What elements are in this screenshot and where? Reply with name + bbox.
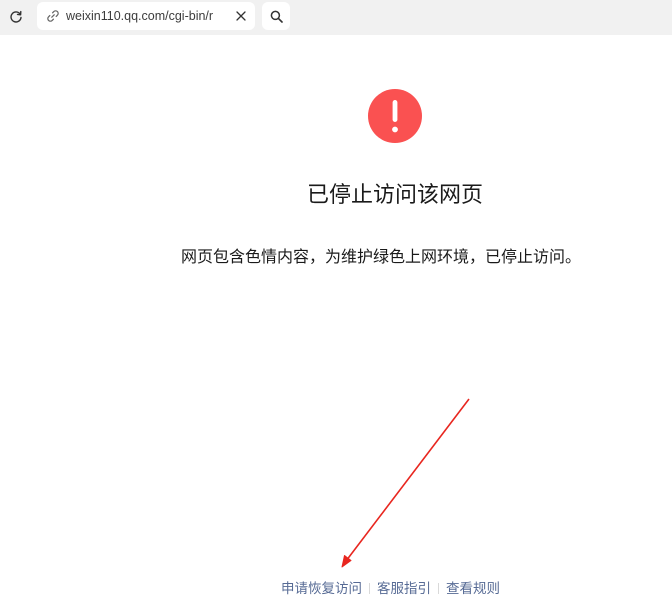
reload-icon bbox=[10, 10, 22, 23]
footer-divider bbox=[369, 583, 370, 594]
view-rules-link[interactable]: 查看规则 bbox=[446, 581, 500, 597]
request-restore-link[interactable]: 申请恢复访问 bbox=[281, 581, 362, 597]
footer-divider bbox=[438, 583, 439, 594]
reload-button[interactable] bbox=[4, 5, 28, 29]
warning-icon bbox=[368, 89, 422, 143]
footer-links: 申请恢复访问 客服指引 查看规则 bbox=[281, 580, 500, 598]
search-button[interactable] bbox=[262, 2, 290, 30]
annotation-arrow bbox=[341, 398, 470, 568]
address-bar[interactable]: weixin110.qq.com/cgi-bin/r bbox=[37, 2, 255, 30]
address-url[interactable]: weixin110.qq.com/cgi-bin/r bbox=[66, 8, 226, 24]
clear-address-button[interactable] bbox=[233, 8, 249, 24]
link-icon bbox=[47, 10, 59, 22]
close-icon bbox=[236, 11, 246, 21]
page-description: 网页包含色情内容，为维护绿色上网环境，已停止访问。 bbox=[181, 247, 582, 266]
search-icon bbox=[270, 10, 283, 23]
customer-service-link[interactable]: 客服指引 bbox=[377, 581, 431, 597]
browser-toolbar: weixin110.qq.com/cgi-bin/r bbox=[0, 0, 672, 35]
page-title: 已停止访问该网页 bbox=[306, 183, 483, 208]
